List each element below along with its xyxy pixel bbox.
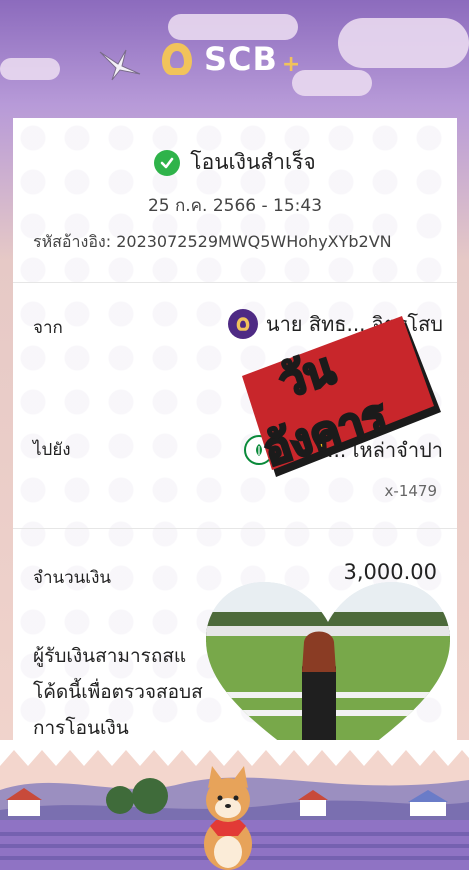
amount-value: 3,000.00	[343, 560, 437, 584]
check-icon	[154, 149, 181, 176]
transaction-datetime: 25 ก.ค. 2566 - 15:43	[147, 196, 323, 216]
to-label: ไปยัง	[33, 440, 71, 460]
logo-text: SCB	[204, 40, 278, 78]
reference-number: รหัสอ้างอิง: 2023072529MWQ5WHohyXYb2VN	[33, 232, 392, 251]
amount-label: จำนวนเงิน	[33, 568, 112, 588]
divider	[13, 282, 457, 283]
status-row: โอนเงินสำเร็จ	[13, 146, 457, 179]
to-account: x-1479	[384, 482, 437, 500]
shiba-dog-icon	[204, 766, 252, 870]
divider	[13, 528, 457, 529]
from-label: จาก	[33, 318, 63, 338]
scb-logo-icon	[162, 43, 192, 75]
app-header: SCB +	[0, 36, 469, 96]
bird-icon	[99, 49, 141, 81]
scb-logo: SCB +	[158, 40, 300, 78]
day-sticker: วัน อังคาร	[242, 316, 441, 478]
status-title: โอนเงินสำเร็จ	[190, 150, 316, 174]
logo-plus: +	[281, 51, 301, 77]
